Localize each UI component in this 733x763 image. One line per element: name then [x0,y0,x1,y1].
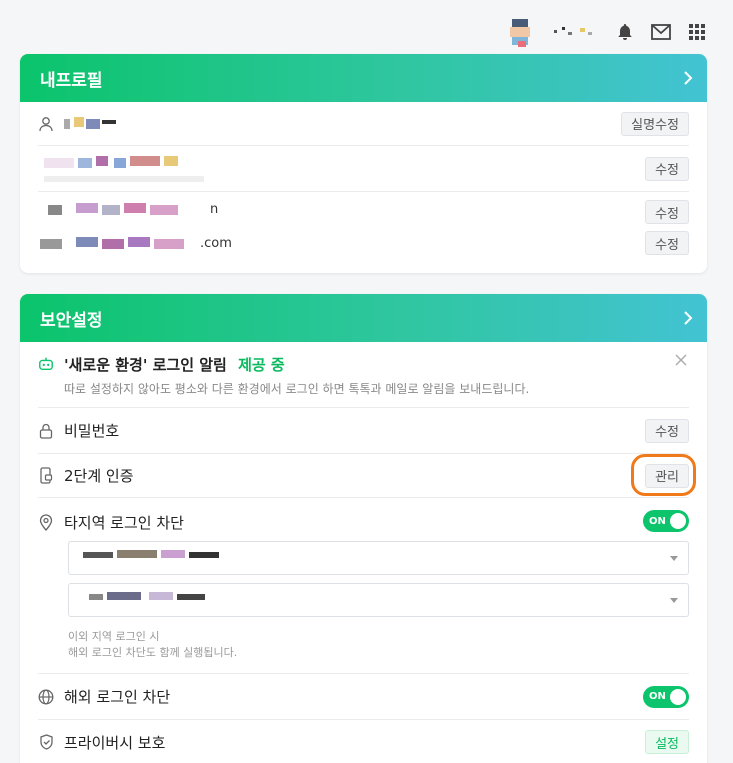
email-value-redacted [40,235,200,251]
edit-email-button[interactable]: 수정 [645,231,689,255]
phone-lock-icon [38,467,54,484]
toggle-knob [670,513,686,529]
lock-icon [38,423,54,439]
profile-card-header[interactable]: 내프로필 [20,54,707,102]
region-block-toggle[interactable]: ON [643,510,689,532]
robot-icon [38,356,54,372]
overseas-block-toggle[interactable]: ON [643,685,689,708]
toggle-on-label: ON [649,691,666,702]
new-env-label: '새로운 환경' 로그인 알림 [64,356,227,374]
email-value-redacted [48,201,208,217]
email-suffix: .com [200,235,232,251]
user-name-redacted[interactable] [550,24,600,40]
close-icon[interactable] [675,354,687,366]
overseas-block-label: 해외 로그인 차단 [64,688,171,706]
profile-row-email-1: n 수정 [38,192,689,226]
region-select-1[interactable] [68,541,689,575]
mail-icon[interactable] [650,21,672,43]
avatar[interactable] [506,17,536,47]
privacy-setting-button[interactable]: 설정 [645,730,689,754]
person-icon [38,116,54,132]
profile-card: 내프로필 실명수정 수정 n 수정 .com 수정 [20,54,707,273]
region-note-line-2: 해외 로그인 차단도 함께 실행됩니다. [68,646,238,659]
chevron-right-icon[interactable] [681,71,695,85]
new-env-description: 따로 설정하지 않아도 평소와 다른 환경에서 로그인 하면 톡톡과 메일로 알… [64,382,530,396]
toggle-knob [670,688,686,705]
edit-real-name-button[interactable]: 실명수정 [621,111,689,136]
privacy-label: 프라이버시 보호 [64,733,166,752]
bell-icon[interactable] [614,21,636,43]
region-block-label: 타지역 로그인 차단 [64,514,184,532]
globe-icon [38,689,54,705]
security-card: 보안설정 '새로운 환경' 로그인 알림 제공 중 따로 설정하지 않아도 평소… [20,294,707,763]
edit-phone-button[interactable]: 수정 [645,156,689,181]
security-card-header[interactable]: 보안설정 [20,294,707,342]
edit-email-button[interactable]: 수정 [645,200,689,224]
apps-grid-icon[interactable] [686,21,708,43]
region-block-note: 이외 지역 로그인 시 해외 로그인 차단도 함께 실행됩니다. [68,629,689,661]
privacy-row: 프라이버시 보호 설정 [38,720,689,763]
top-bar [506,14,708,50]
security-card-title: 보안설정 [40,310,103,331]
annotation-circle [631,454,696,496]
toggle-on-label: ON [649,515,666,527]
email-suffix: n [210,201,219,217]
profile-card-title: 내프로필 [40,70,103,91]
profile-row-phone: 수정 [38,146,689,192]
caret-down-icon [670,598,678,603]
two-factor-row: 2단계 인증 관리 [38,454,696,498]
password-row: 비밀번호 수정 [38,408,689,454]
new-env-status: 제공 중 [238,356,285,374]
profile-row-name: 실명수정 [38,102,689,146]
chevron-right-icon[interactable] [681,311,695,325]
location-pin-icon [38,514,54,531]
phone-value-redacted [44,154,214,184]
overseas-block-row: 해외 로그인 차단 ON [38,674,689,720]
new-env-login-alert: '새로운 환경' 로그인 알림 제공 중 따로 설정하지 않아도 평소와 다른 … [38,342,689,408]
shield-check-icon [38,734,54,750]
password-label: 비밀번호 [64,422,120,440]
region-select-2[interactable] [68,583,689,617]
edit-password-button[interactable]: 수정 [645,418,689,443]
region-block-row: 타지역 로그인 차단 ON 이외 지역 로그인 시 해외 로그인 차단도 함께 … [38,498,689,674]
two-factor-label: 2단계 인증 [64,467,134,485]
region-note-line-1: 이외 지역 로그인 시 [68,630,160,643]
caret-down-icon [670,556,678,561]
name-value-redacted [64,116,134,131]
profile-row-email-2: .com 수정 [38,226,689,260]
